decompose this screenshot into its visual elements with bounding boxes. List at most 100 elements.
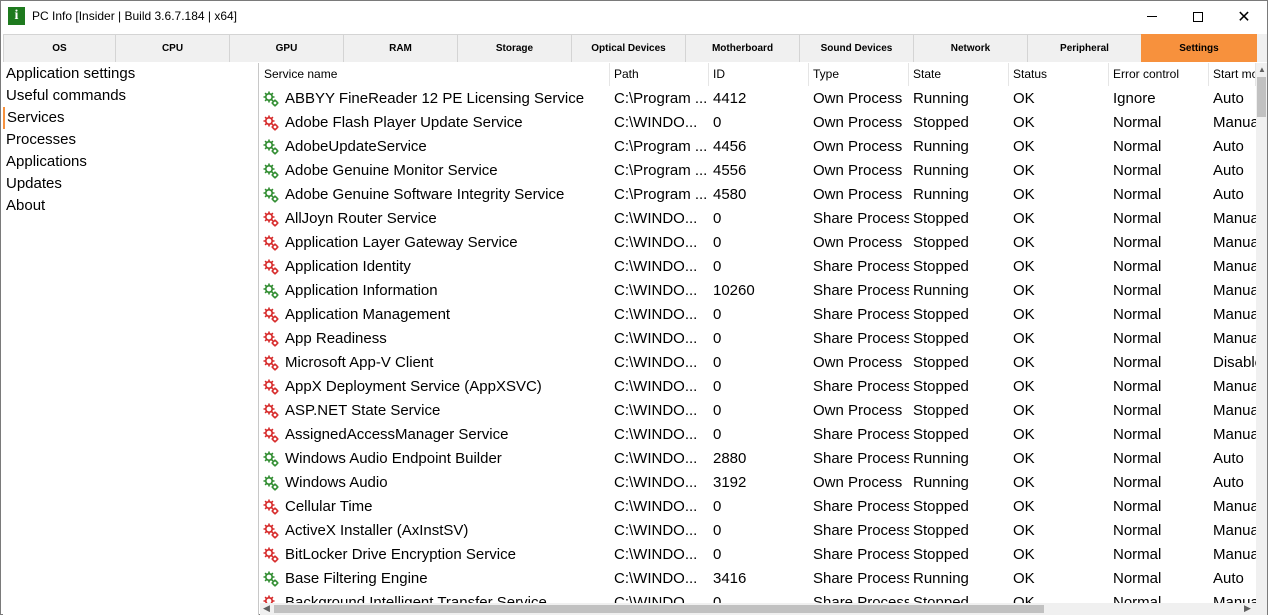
cell-state: Stopped xyxy=(913,402,969,419)
sidebar-item-about[interactable]: About xyxy=(3,195,258,217)
table-row[interactable]: BitLocker Drive Encryption Service C:\WIN… xyxy=(260,543,1256,567)
scroll-left-icon[interactable]: ◀ xyxy=(263,603,270,614)
sidebar-item-processes[interactable]: Processes xyxy=(3,129,258,151)
table-row[interactable]: AllJoyn Router Service C:\WINDO... 0 Share … xyxy=(260,207,1256,231)
cell-id: 4412 xyxy=(713,90,747,107)
cell-type: Own Process xyxy=(813,138,903,155)
tab-storage[interactable]: Storage xyxy=(457,34,572,62)
table-row[interactable]: Adobe Flash Player Update Service C:\WIND… xyxy=(260,111,1256,135)
tab-sound-devices[interactable]: Sound Devices xyxy=(799,34,914,62)
cell-status: OK xyxy=(1013,546,1035,563)
close-button[interactable]: ✕ xyxy=(1221,1,1267,32)
tab-settings[interactable]: Settings xyxy=(1141,34,1257,62)
service-gear-icon xyxy=(263,403,279,419)
vertical-scroll-thumb[interactable] xyxy=(1257,77,1266,117)
cell-path: C:\WINDO... xyxy=(614,522,698,539)
cell-status: OK xyxy=(1013,594,1035,603)
cell-error: Normal xyxy=(1113,522,1162,539)
cell-state: Stopped xyxy=(913,210,969,227)
column-header[interactable]: Path xyxy=(610,63,709,86)
table-row[interactable]: Background Intelligent Transfer Service C… xyxy=(260,591,1256,603)
cell-type: Share Process xyxy=(813,450,909,467)
minimize-button[interactable] xyxy=(1129,1,1175,32)
column-header[interactable]: State xyxy=(909,63,1009,86)
window-title: PC Info [Insider | Build 3.6.7.184 | x64… xyxy=(32,9,238,23)
cell-type: Share Process xyxy=(813,330,909,347)
sidebar-item-useful-commands[interactable]: Useful commands xyxy=(3,85,258,107)
service-name: AssignedAccessManager Service xyxy=(285,426,509,443)
column-header[interactable]: Status xyxy=(1009,63,1109,86)
tab-ram[interactable]: RAM xyxy=(343,34,458,62)
cell-start: Manua xyxy=(1213,234,1256,251)
table-row[interactable]: Base Filtering Engine C:\WINDO... 3416 Shar… xyxy=(260,567,1256,591)
table-row[interactable]: Windows Audio C:\WINDO... 3192 Own Process R… xyxy=(260,471,1256,495)
table-row[interactable]: Application Management C:\WINDO... 0 Share … xyxy=(260,303,1256,327)
cell-start: Manua xyxy=(1213,258,1256,275)
title-bar[interactable]: i PC Info [Insider | Build 3.6.7.184 | x… xyxy=(1,1,1267,32)
tab-gpu[interactable]: GPU xyxy=(229,34,344,62)
maximize-button[interactable] xyxy=(1175,1,1221,32)
column-header[interactable]: ID xyxy=(709,63,809,86)
service-name: App Readiness xyxy=(285,330,387,347)
service-name-cell: AdobeUpdateService xyxy=(260,135,610,159)
table-row[interactable]: AdobeUpdateService C:\Program ... 4456 Own … xyxy=(260,135,1256,159)
column-header[interactable]: Type xyxy=(809,63,909,86)
table-row[interactable]: Windows Audio Endpoint Builder C:\WINDO..… xyxy=(260,447,1256,471)
table-row[interactable]: ABBYY FineReader 12 PE Licensing Service… xyxy=(260,87,1256,111)
column-header[interactable]: Service name xyxy=(260,63,610,86)
cell-id: 0 xyxy=(713,306,722,323)
horizontal-scrollbar[interactable]: ◀ ▶ xyxy=(260,603,1256,615)
table-row[interactable]: Adobe Genuine Software Integrity Service… xyxy=(260,183,1256,207)
scroll-right-icon[interactable]: ▶ xyxy=(1244,603,1251,614)
service-name: Application Management xyxy=(285,306,451,323)
tab-network[interactable]: Network xyxy=(913,34,1028,62)
cell-start: Manua xyxy=(1213,402,1256,419)
scroll-up-icon[interactable]: ▲ xyxy=(1258,65,1266,74)
table-row[interactable]: Cellular Time C:\WINDO... 0 Share Process St… xyxy=(260,495,1256,519)
sidebar-item-application-settings[interactable]: Application settings xyxy=(3,63,258,85)
tab-peripheral[interactable]: Peripheral xyxy=(1027,34,1142,62)
sidebar-item-applications[interactable]: Applications xyxy=(3,151,258,173)
close-icon: ✕ xyxy=(1237,6,1251,26)
service-name: Background Intelligent Transfer Service xyxy=(285,594,547,603)
cell-path: C:\WINDO... xyxy=(614,282,698,299)
table-row[interactable]: Application Information C:\WINDO... 10260 S… xyxy=(260,279,1256,303)
column-header[interactable]: Error control xyxy=(1109,63,1209,86)
cell-type: Share Process xyxy=(813,258,909,275)
service-gear-icon xyxy=(263,163,279,179)
cell-start: Auto xyxy=(1213,474,1244,491)
table-row[interactable]: Application Identity C:\WINDO... 0 Share Pr… xyxy=(260,255,1256,279)
table-row[interactable]: Adobe Genuine Monitor Service C:\Program … xyxy=(260,159,1256,183)
cell-path: C:\WINDO... xyxy=(614,234,698,251)
cell-path: C:\WINDO... xyxy=(614,498,698,515)
cell-start: Manua xyxy=(1213,210,1256,227)
tab-motherboard[interactable]: Motherboard xyxy=(685,34,800,62)
table-row[interactable]: App Readiness C:\WINDO... 0 Share Process St… xyxy=(260,327,1256,351)
table-row[interactable]: ASP.NET State Service C:\WINDO... 0 Own Pro… xyxy=(260,399,1256,423)
vertical-scrollbar[interactable]: ▲ xyxy=(1256,63,1267,603)
service-gear-icon xyxy=(263,259,279,275)
table-row[interactable]: AssignedAccessManager Service C:\WINDO...… xyxy=(260,423,1256,447)
cell-start: Manua xyxy=(1213,594,1256,603)
table-row[interactable]: Microsoft App-V Client C:\WINDO... 0 Own Pr… xyxy=(260,351,1256,375)
tab-optical-devices[interactable]: Optical Devices xyxy=(571,34,686,62)
cell-path: C:\WINDO... xyxy=(614,378,698,395)
cell-type: Own Process xyxy=(813,114,903,131)
table-row[interactable]: AppX Deployment Service (AppXSVC) C:\WIND… xyxy=(260,375,1256,399)
sidebar-item-services[interactable]: Services xyxy=(3,107,258,129)
tab-cpu[interactable]: CPU xyxy=(115,34,230,62)
service-name: Microsoft App-V Client xyxy=(285,354,434,371)
tab-os[interactable]: OS xyxy=(3,34,116,62)
sidebar-item-updates[interactable]: Updates xyxy=(3,173,258,195)
horizontal-scroll-thumb[interactable] xyxy=(274,605,1044,613)
cell-type: Share Process xyxy=(813,594,909,603)
cell-path: C:\WINDO... xyxy=(614,330,698,347)
cell-id: 0 xyxy=(713,546,722,563)
table-row[interactable]: Application Layer Gateway Service C:\WIND… xyxy=(260,231,1256,255)
service-gear-icon xyxy=(263,523,279,539)
cell-type: Share Process xyxy=(813,426,909,443)
cell-status: OK xyxy=(1013,138,1035,155)
table-row[interactable]: ActiveX Installer (AxInstSV) C:\WINDO... 0… xyxy=(260,519,1256,543)
column-header[interactable]: Start mo xyxy=(1209,63,1256,86)
service-name: Windows Audio xyxy=(285,474,388,491)
